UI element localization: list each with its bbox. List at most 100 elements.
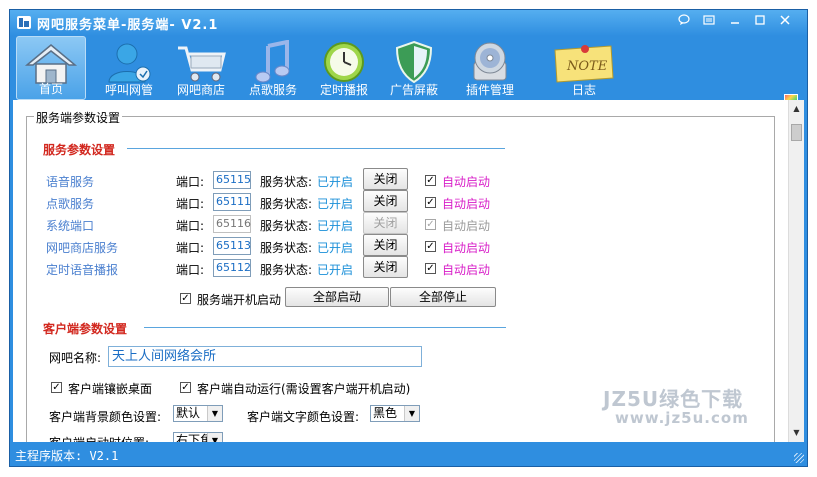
tab-ad-block-label: 广告屏蔽 xyxy=(389,83,438,97)
start-all-button[interactable]: 全部启动 xyxy=(285,287,389,307)
close-service-button[interactable]: 关闭 xyxy=(363,190,408,212)
tab-timed-broadcast[interactable]: 定时播报 xyxy=(309,36,379,100)
maximize-icon[interactable] xyxy=(749,14,771,30)
tab-log[interactable]: NOTE 日志 xyxy=(544,36,624,100)
client-section-divider xyxy=(144,327,506,328)
main-toolbar: 首页 呼叫网管 网吧商店 点歌服务 定时播报 广告屏蔽 插件管理 NOTE 日志 xyxy=(10,36,807,108)
port-label: 端口: xyxy=(176,219,205,233)
status-label: 服务状态: xyxy=(260,175,313,189)
port-label: 端口: xyxy=(176,175,205,189)
status-label: 服务状态: xyxy=(260,219,313,233)
group-legend: 服务端参数设置 xyxy=(34,109,123,126)
auto-start-label: 自动启动 xyxy=(442,197,491,211)
server-section-title: 服务参数设置 xyxy=(43,143,116,157)
service-name: 网吧商店服务 xyxy=(46,241,119,255)
auto-start-checkbox[interactable]: ✓ xyxy=(425,197,436,208)
text-color-value: 黑色 xyxy=(373,406,398,420)
port-label: 端口: xyxy=(176,263,205,277)
minimize-icon[interactable] xyxy=(724,14,746,30)
embed-desktop-label: 客户端镶嵌桌面 xyxy=(68,382,153,396)
port-input[interactable]: 65111 xyxy=(213,193,251,211)
scroll-up-icon[interactable]: ▲ xyxy=(790,102,803,116)
port-input[interactable]: 65115 xyxy=(213,171,251,189)
status-value: 已开启 xyxy=(317,175,354,189)
chevron-down-icon: ▼ xyxy=(207,433,222,442)
tab-log-label: 日志 xyxy=(571,83,596,97)
close-service-button[interactable]: 关闭 xyxy=(363,256,408,278)
svg-text:NOTE: NOTE xyxy=(566,59,608,74)
auto-start-label: 自动启动 xyxy=(442,219,491,233)
vertical-scrollbar[interactable]: ▲ ▼ xyxy=(788,100,804,442)
boot-start-checkbox[interactable]: ✓ xyxy=(180,293,191,304)
tab-netbar-shop[interactable]: 网吧商店 xyxy=(166,36,236,100)
client-section-title: 客户端参数设置 xyxy=(43,322,128,336)
auto-start-label: 自动启动 xyxy=(442,241,491,255)
chevron-down-icon: ▼ xyxy=(207,406,222,421)
tab-call-admin-label: 呼叫网管 xyxy=(104,83,153,97)
cart-icon xyxy=(178,46,226,82)
title-bar[interactable]: 网吧服务菜单-服务端- V2.1 xyxy=(10,10,807,36)
client-auto-run-checkbox[interactable]: ✓ xyxy=(180,382,191,393)
status-label: 服务状态: xyxy=(260,197,313,211)
plugin-icon xyxy=(473,42,507,81)
shield-icon xyxy=(395,40,433,84)
tab-song-service[interactable]: 点歌服务 xyxy=(238,36,308,100)
bg-color-select[interactable]: 默认 ▼ xyxy=(173,405,223,422)
client-auto-run-label: 客户端自动运行(需设置客户端开机启动) xyxy=(197,382,411,396)
auto-start-checkbox[interactable]: ✓ xyxy=(425,263,436,274)
embed-desktop-checkbox[interactable]: ✓ xyxy=(51,382,62,393)
status-value: 已开启 xyxy=(317,241,354,255)
tab-song-service-label: 点歌服务 xyxy=(248,83,297,97)
service-name: 语音服务 xyxy=(46,175,95,189)
music-note-icon xyxy=(255,40,290,83)
bg-color-value: 默认 xyxy=(176,406,201,420)
netbar-name-label: 网吧名称: xyxy=(49,351,102,365)
user-call-icon xyxy=(108,43,151,83)
status-value: 已开启 xyxy=(317,219,354,233)
close-service-button[interactable]: 关闭 xyxy=(363,234,408,256)
tab-plugin-manage-label: 插件管理 xyxy=(465,83,514,97)
window-title: 网吧服务菜单-服务端- V2.1 xyxy=(37,18,219,33)
version-text: 主程序版本: V2.1 xyxy=(15,449,119,463)
tab-timed-broadcast-label: 定时播报 xyxy=(319,83,368,97)
text-color-select[interactable]: 黑色 ▼ xyxy=(370,405,420,422)
auto-start-checkbox[interactable]: ✓ xyxy=(425,175,436,186)
tab-netbar-shop-label: 网吧商店 xyxy=(176,83,225,97)
tab-plugin-manage[interactable]: 插件管理 xyxy=(452,36,528,100)
watermark-line-1: JZ5U绿色下载 xyxy=(603,387,744,411)
port-input: 65116 xyxy=(213,215,251,233)
status-value: 已开启 xyxy=(317,197,354,211)
auto-start-label: 自动启动 xyxy=(442,175,491,189)
menu-icon[interactable] xyxy=(698,14,720,30)
feedback-icon[interactable] xyxy=(673,14,695,30)
auto-start-checkbox[interactable]: ✓ xyxy=(425,241,436,252)
scrollbar-thumb[interactable] xyxy=(791,124,802,141)
tab-ad-block[interactable]: 广告屏蔽 xyxy=(379,36,449,100)
stop-all-button[interactable]: 全部停止 xyxy=(390,287,496,307)
port-input[interactable]: 65113 xyxy=(213,237,251,255)
note-icon: NOTE xyxy=(554,45,614,83)
tab-home[interactable]: 首页 xyxy=(16,36,86,100)
chevron-down-icon: ▼ xyxy=(404,406,419,421)
boot-start-label: 服务端开机启动 xyxy=(197,293,282,307)
close-icon[interactable] xyxy=(774,14,796,30)
scroll-down-icon[interactable]: ▼ xyxy=(790,426,803,440)
service-name: 定时语音播报 xyxy=(46,263,119,277)
resize-grip-icon[interactable] xyxy=(794,453,804,463)
status-label: 服务状态: xyxy=(260,263,313,277)
app-logo-icon xyxy=(17,16,31,29)
watermark: JZ5U绿色下载 www.jz5u.com xyxy=(603,383,748,427)
port-label: 端口: xyxy=(176,241,205,255)
netbar-name-input[interactable]: 天上人间网络会所 xyxy=(108,346,422,367)
tab-call-admin[interactable]: 呼叫网管 xyxy=(94,36,164,100)
text-color-label: 客户端文字颜色设置: xyxy=(247,410,360,424)
close-service-button: 关闭 xyxy=(363,212,408,234)
start-position-select[interactable]: 右下角 ▼ xyxy=(173,432,223,442)
port-input[interactable]: 65112 xyxy=(213,259,251,277)
service-name: 系统端口 xyxy=(46,219,95,233)
auto-start-label: 自动启动 xyxy=(442,263,491,277)
service-name: 点歌服务 xyxy=(46,197,95,211)
bg-color-label: 客户端背景颜色设置: xyxy=(49,410,162,424)
status-bar: 主程序版本: V2.1 xyxy=(10,442,807,466)
close-service-button[interactable]: 关闭 xyxy=(363,168,408,190)
